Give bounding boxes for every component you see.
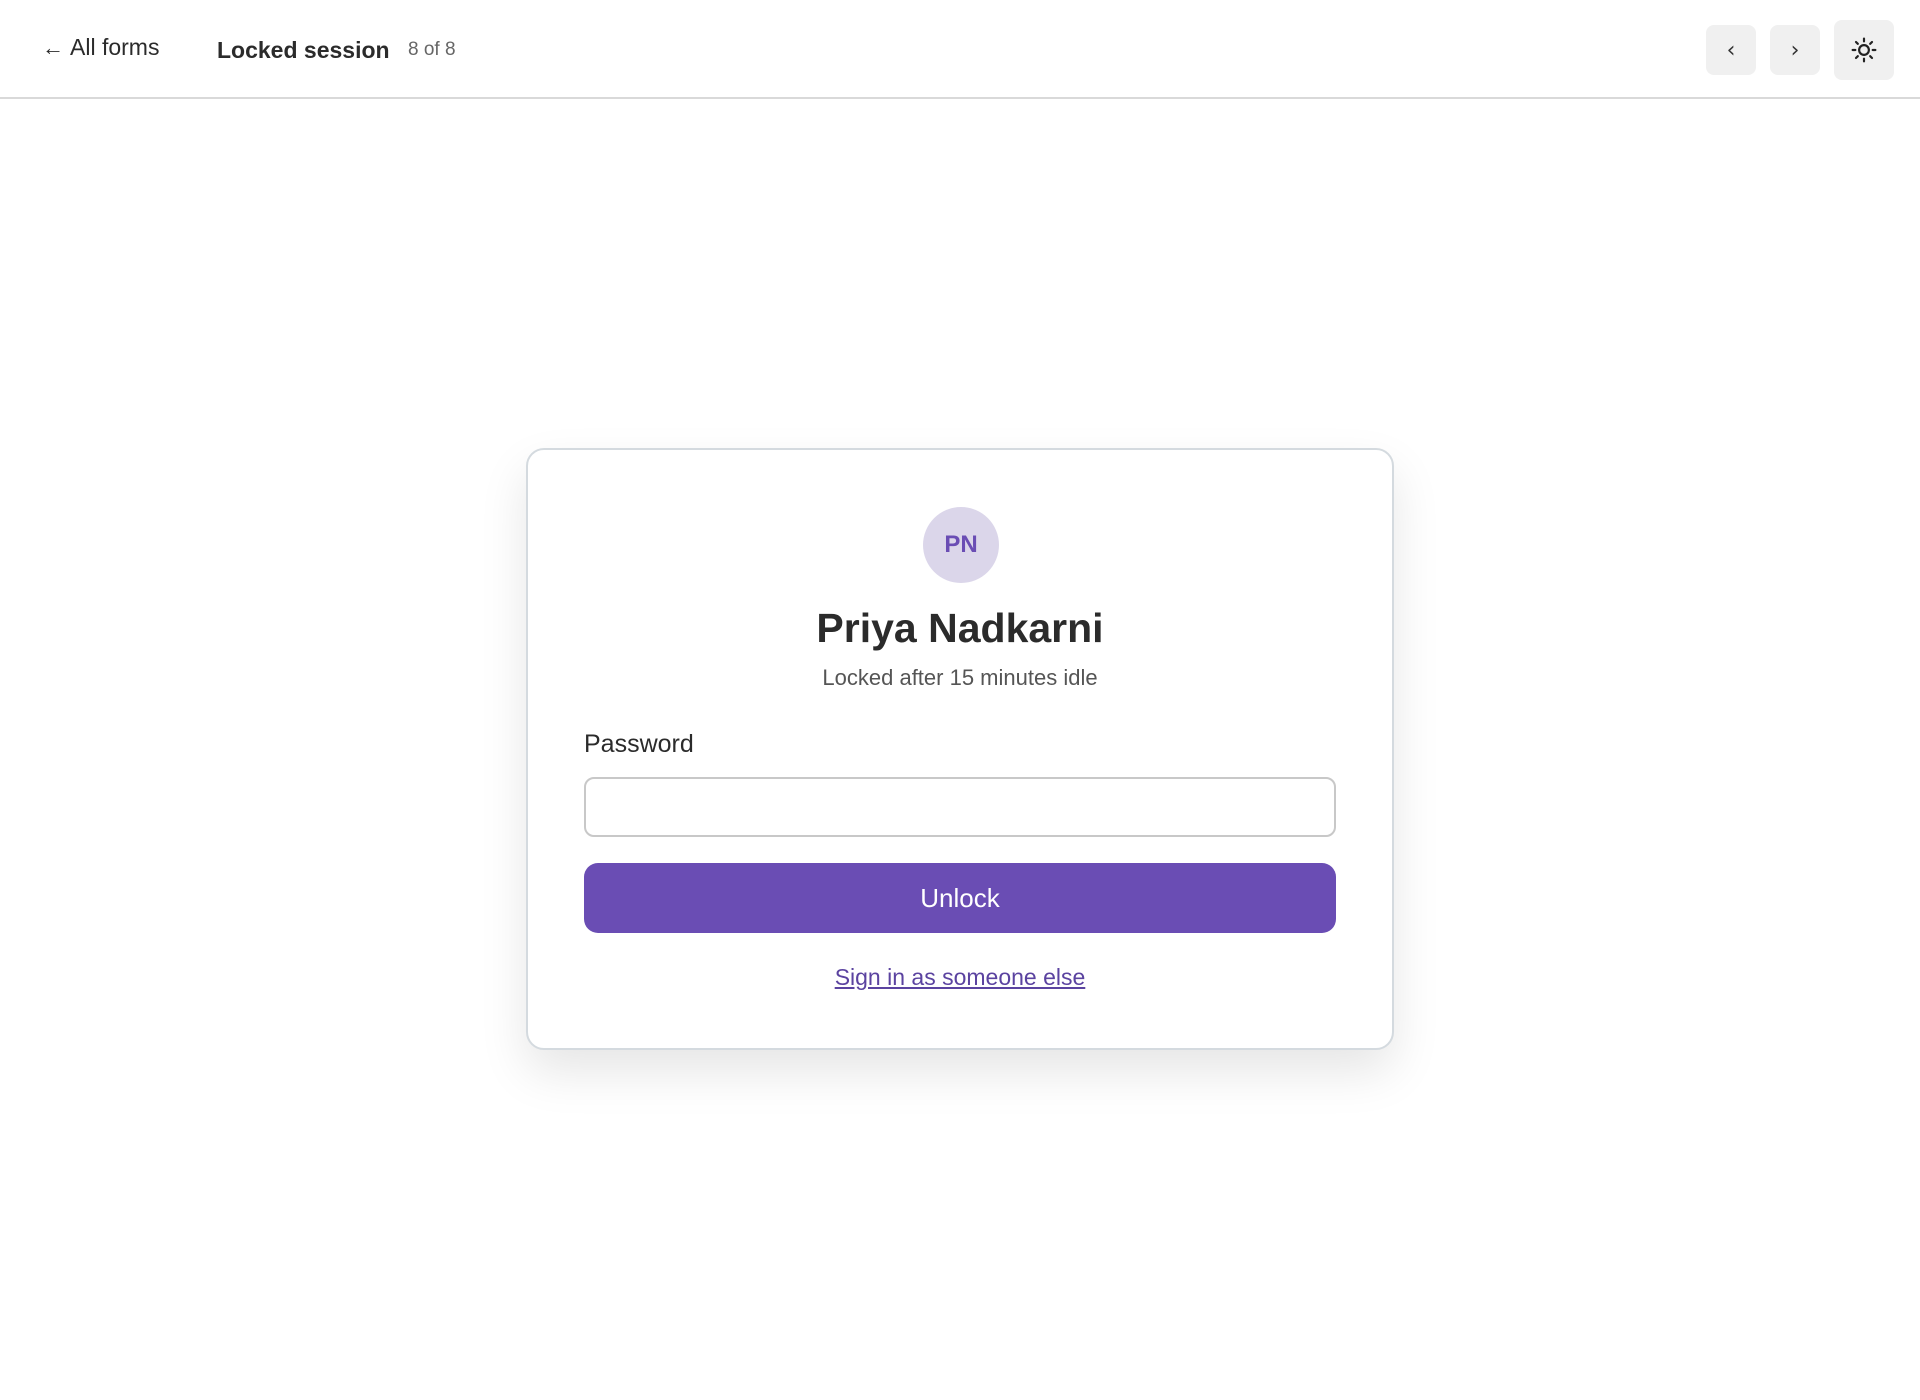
all-forms-link[interactable]: ← All forms — [42, 34, 159, 61]
lock-reason: Locked after 15 minutes idle — [822, 665, 1098, 690]
sun-icon — [1851, 37, 1877, 63]
all-forms-label: All forms — [70, 34, 160, 60]
chevron-left-icon: ‹ — [1726, 37, 1736, 63]
sign-in-as-someone-else-link[interactable]: Sign in as someone else — [835, 964, 1086, 990]
previous-form-button[interactable]: ‹ — [1706, 25, 1756, 75]
avatar: PN — [923, 507, 999, 583]
password-label: Password — [584, 730, 694, 758]
top-bar: ← All forms Locked session 8 of 8 ‹ › — [0, 0, 1920, 99]
page-title: Locked session — [217, 37, 390, 63]
next-form-button[interactable]: › — [1770, 25, 1820, 75]
password-input[interactable] — [584, 777, 1336, 837]
chevron-right-icon: › — [1790, 37, 1800, 63]
arrow-left-icon: ← — [42, 34, 64, 60]
unlock-button[interactable]: Unlock — [584, 863, 1336, 933]
lock-card: PN Priya Nadkarni Locked after 15 minute… — [526, 448, 1394, 1050]
form-counter: 8 of 8 — [408, 39, 456, 60]
switch-user-container: Sign in as someone else — [528, 964, 1392, 991]
user-name: Priya Nadkarni — [816, 605, 1104, 651]
theme-toggle-button[interactable] — [1834, 20, 1894, 80]
